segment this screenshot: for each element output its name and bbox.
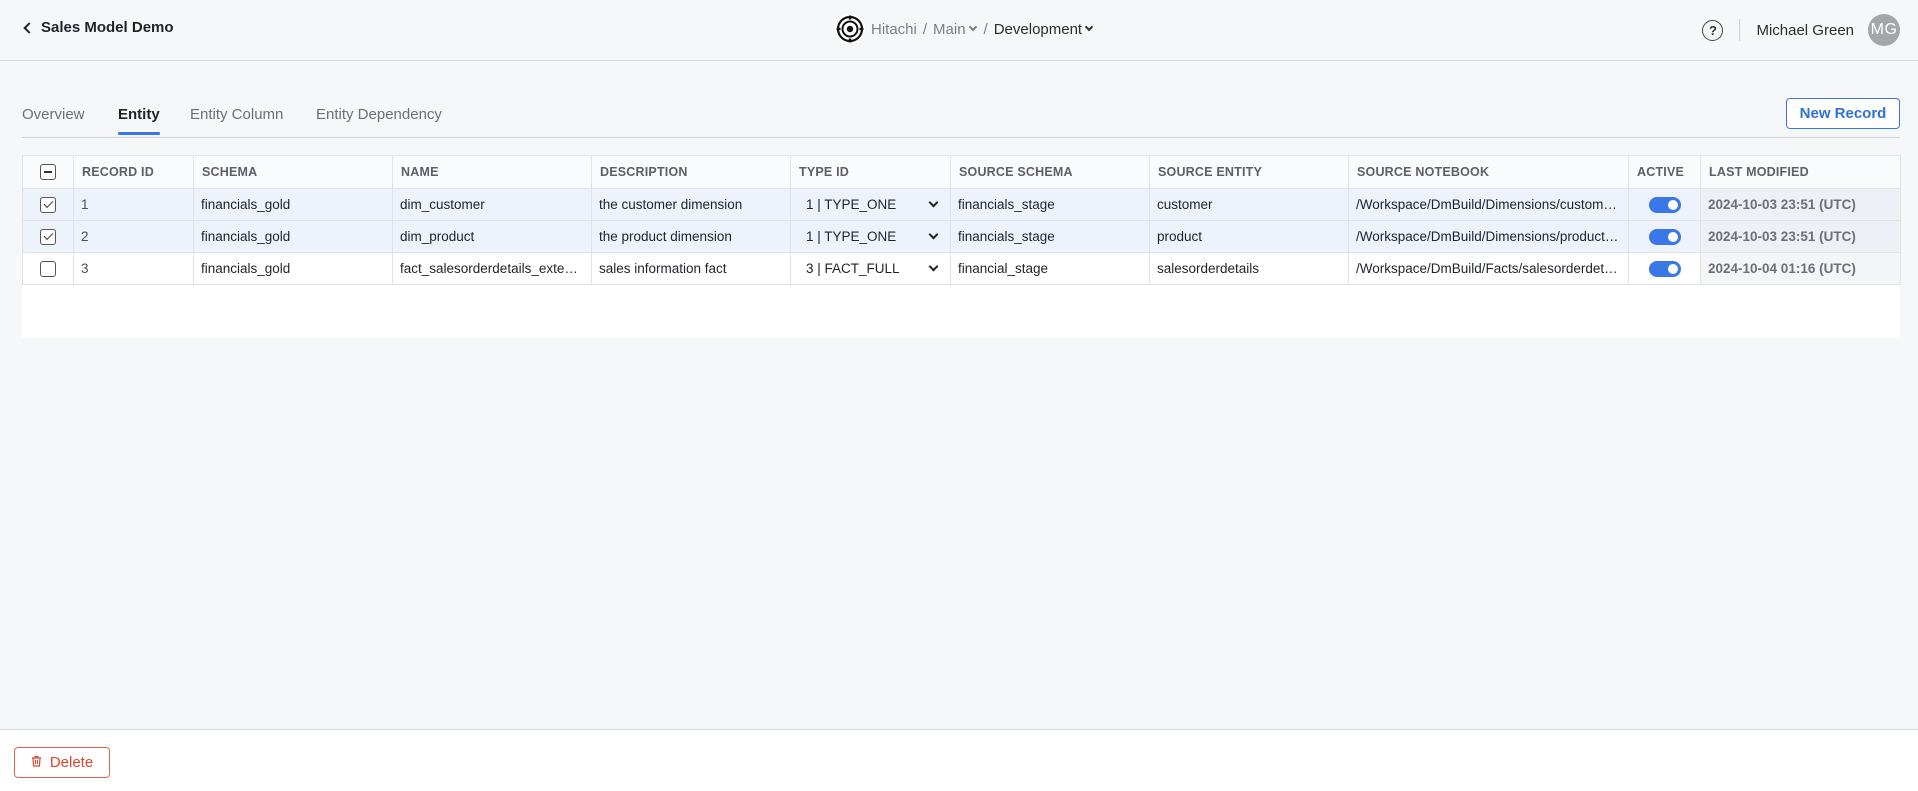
column-header[interactable]: NAME — [392, 155, 592, 189]
delete-button[interactable]: Delete — [14, 747, 110, 778]
new-record-button[interactable]: New Record — [1786, 98, 1900, 129]
delete-label: Delete — [49, 754, 94, 771]
column-header[interactable]: SOURCE ENTITY — [1149, 155, 1349, 189]
branch-name: Main — [933, 20, 966, 38]
header-right: ? Michael Green MG — [1702, 14, 1900, 46]
row-select-cell — [22, 252, 74, 285]
record-id-cell: 1 — [73, 188, 194, 221]
branch-selector[interactable]: Main — [933, 21, 978, 38]
chevron-down-icon — [928, 197, 939, 208]
last-modified-cell: 2024-10-04 01:16 (UTC) — [1700, 252, 1901, 285]
environment-selector[interactable]: Development — [994, 21, 1094, 38]
environment-name: Development — [993, 20, 1083, 38]
type-id-value: 1 | TYPE_ONE — [806, 197, 897, 212]
column-header[interactable]: SCHEMA — [193, 155, 393, 189]
type-id-select[interactable]: 1 | TYPE_ONE — [798, 197, 943, 212]
description-cell[interactable]: the customer dimension — [591, 188, 791, 221]
table-row[interactable]: 1 financials_gold dim_customer the custo… — [22, 188, 1901, 221]
tab-bar: Overview Entity Entity Column Entity Dep… — [22, 100, 1900, 138]
column-header[interactable]: SOURCE NOTEBOOK — [1348, 155, 1629, 189]
type-id-value: 3 | FACT_FULL — [806, 261, 900, 276]
last-modified-cell: 2024-10-03 23:51 (UTC) — [1700, 220, 1901, 253]
chevron-down-icon — [1084, 22, 1094, 32]
type-id-value: 1 | TYPE_ONE — [806, 229, 897, 244]
trash-icon — [31, 754, 42, 771]
description-cell[interactable]: sales information fact — [591, 252, 791, 285]
back-button[interactable]: Sales Model Demo — [22, 19, 174, 36]
chevron-left-icon — [23, 21, 35, 34]
column-header[interactable]: RECORD ID — [73, 155, 194, 189]
active-toggle[interactable] — [1648, 228, 1681, 245]
description-cell[interactable]: the product dimension — [591, 220, 791, 253]
app-header: Sales Model Demo Hitachi / Main / Develo… — [0, 0, 1918, 61]
table-row[interactable]: 3 financials_gold fact_salesorderdetails… — [22, 252, 1901, 285]
active-toggle[interactable] — [1648, 196, 1681, 213]
hitachi-logo-icon — [835, 14, 865, 44]
source-notebook-cell[interactable]: /Workspace/DmBuild/Facts/salesorderdetai… — [1348, 252, 1629, 285]
breadcrumb-separator: / — [922, 20, 928, 38]
name-cell[interactable]: fact_salesorderdetails_extended — [392, 252, 592, 285]
last-modified-cell: 2024-10-03 23:51 (UTC) — [1700, 188, 1901, 221]
active-cell — [1628, 188, 1701, 221]
source-schema-cell[interactable]: financial_stage — [950, 252, 1150, 285]
tab-entity-dependency[interactable]: Entity Dependency — [316, 106, 442, 135]
type-id-cell[interactable]: 3 | FACT_FULL — [790, 252, 951, 285]
tab-overview[interactable]: Overview — [22, 106, 85, 135]
avatar[interactable]: MG — [1868, 14, 1900, 46]
name-cell[interactable]: dim_product — [392, 220, 592, 253]
active-toggle[interactable] — [1648, 260, 1681, 277]
row-select-cell — [22, 188, 74, 221]
name-cell[interactable]: dim_customer — [392, 188, 592, 221]
source-entity-cell[interactable]: product — [1149, 220, 1349, 253]
schema-cell[interactable]: financials_gold — [193, 252, 393, 285]
help-icon[interactable]: ? — [1702, 19, 1724, 41]
tab-entity-column[interactable]: Entity Column — [190, 106, 283, 135]
type-id-select[interactable]: 3 | FACT_FULL — [798, 261, 943, 276]
source-notebook-cell[interactable]: /Workspace/DmBuild/Dimensions/customer_d… — [1348, 188, 1629, 221]
schema-cell[interactable]: financials_gold — [193, 188, 393, 221]
active-cell — [1628, 220, 1701, 253]
user-name: Michael Green — [1756, 21, 1854, 39]
table-row[interactable]: 2 financials_gold dim_product the produc… — [22, 220, 1901, 253]
source-schema-cell[interactable]: financials_stage — [950, 220, 1150, 253]
action-footer: Delete — [0, 729, 1918, 791]
select-all-checkbox[interactable] — [40, 164, 56, 180]
chevron-down-icon — [968, 22, 977, 32]
workspace-breadcrumb: Hitachi / Main / Development — [835, 14, 1094, 44]
type-id-cell[interactable]: 1 | TYPE_ONE — [790, 188, 951, 221]
table-header-row: RECORD ID SCHEMA NAME DESCRIPTION TYPE I… — [22, 155, 1901, 189]
chevron-down-icon — [928, 229, 939, 240]
column-header[interactable]: ACTIVE — [1628, 155, 1701, 189]
select-all-cell — [22, 155, 74, 189]
row-select-cell — [22, 220, 74, 253]
column-header[interactable]: TYPE ID — [790, 155, 951, 189]
org-name[interactable]: Hitachi — [871, 21, 917, 38]
project-title: Sales Model Demo — [41, 19, 174, 36]
type-id-select[interactable]: 1 | TYPE_ONE — [798, 229, 943, 244]
column-header[interactable]: LAST MODIFIED — [1700, 155, 1901, 189]
row-checkbox[interactable] — [40, 228, 56, 245]
active-cell — [1628, 252, 1701, 285]
divider — [1739, 19, 1741, 41]
source-notebook-cell[interactable]: /Workspace/DmBuild/Dimensions/product_di… — [1348, 220, 1629, 253]
row-checkbox[interactable] — [40, 260, 56, 277]
tab-entity[interactable]: Entity — [118, 106, 160, 135]
type-id-cell[interactable]: 1 | TYPE_ONE — [790, 220, 951, 253]
record-id-cell: 3 — [73, 252, 194, 285]
source-entity-cell[interactable]: salesorderdetails — [1149, 252, 1349, 285]
entity-table: RECORD ID SCHEMA NAME DESCRIPTION TYPE I… — [22, 155, 1901, 338]
source-entity-cell[interactable]: customer — [1149, 188, 1349, 221]
column-header[interactable]: DESCRIPTION — [591, 155, 791, 189]
record-id-cell: 2 — [73, 220, 194, 253]
row-checkbox[interactable] — [40, 196, 56, 213]
column-header[interactable]: SOURCE SCHEMA — [950, 155, 1150, 189]
schema-cell[interactable]: financials_gold — [193, 220, 393, 253]
chevron-down-icon — [928, 261, 939, 272]
source-schema-cell[interactable]: financials_stage — [950, 188, 1150, 221]
breadcrumb-separator: / — [983, 20, 988, 38]
